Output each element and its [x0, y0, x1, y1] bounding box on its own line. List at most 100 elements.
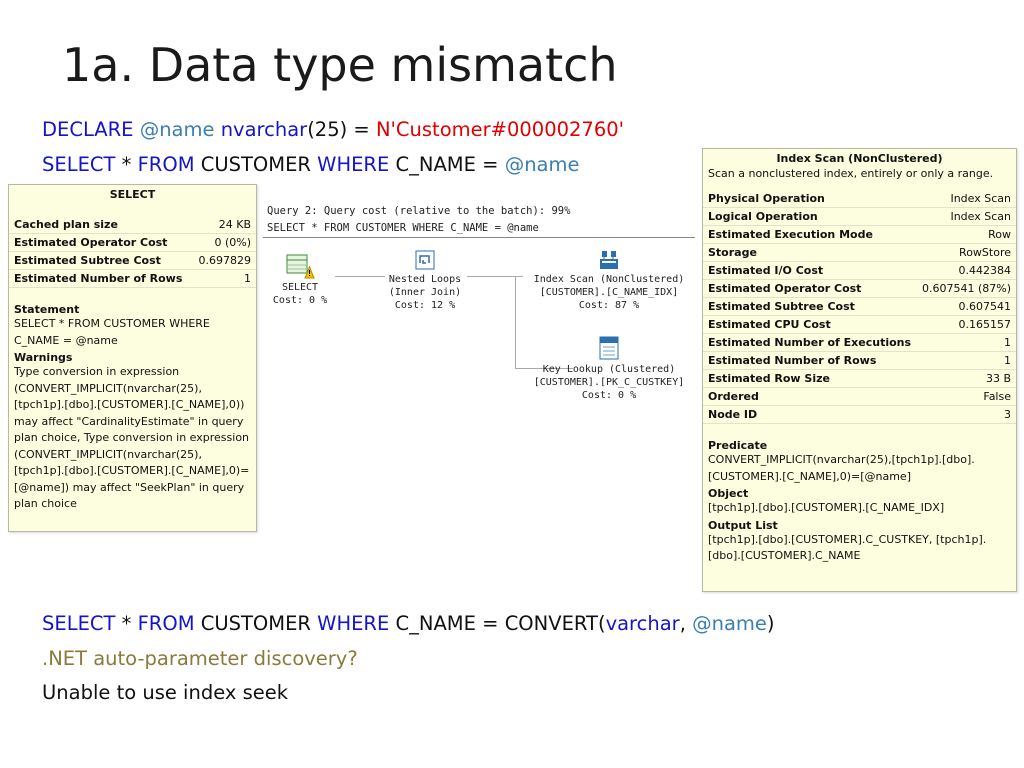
- select-keyword: SELECT: [42, 153, 116, 176]
- property-value: Index Scan: [916, 207, 1016, 226]
- property-name: Logical Operation: [703, 207, 917, 226]
- seek-note: Unable to use index seek: [42, 681, 289, 704]
- output-list-label: Output List: [708, 518, 778, 532]
- connector-line: [515, 276, 516, 368]
- property-name: Estimated Number of Rows: [703, 351, 917, 370]
- predicate-text: CONVERT_IMPLICIT(nvarchar(25),[tpch1p].[…: [703, 452, 1016, 485]
- select-keyword: SELECT: [42, 612, 116, 635]
- select-tooltip: SELECT Cached plan size 24 KB Estimated O…: [8, 184, 257, 532]
- property-name: Estimated Operator Cost: [703, 279, 917, 298]
- nvarchar-type: nvarchar: [220, 118, 308, 141]
- property-value: 0 (0%): [191, 233, 256, 252]
- table-row: Estimated Operator Cost 0 (0%): [9, 233, 256, 252]
- declare-line: DECLARE @name nvarchar(25) = N'Customer#…: [42, 118, 624, 141]
- op-cost: Cost: 0 %: [581, 390, 637, 401]
- property-value: 1: [916, 351, 1016, 370]
- tooltip-header: SELECT: [109, 188, 156, 201]
- table-row: Estimated Execution Mode Row: [703, 225, 1016, 244]
- warning-line: Type conversion in expression: [14, 365, 180, 378]
- net-note: .NET auto-parameter discovery?: [42, 647, 358, 670]
- property-name: Estimated Number of Rows: [9, 269, 192, 288]
- property-value: 1: [191, 269, 256, 288]
- table-row: Estimated I/O Cost 0.442384: [703, 261, 1016, 280]
- object-label: Object: [708, 487, 749, 500]
- op-name: Key Lookup (Clustered): [542, 364, 676, 375]
- index-scan-tooltip: Index Scan (NonClustered) Scan a nonclus…: [702, 148, 1017, 592]
- property-name: Estimated CPU Cost: [703, 315, 917, 334]
- star: *: [121, 153, 132, 176]
- property-name: Estimated Subtree Cost: [9, 251, 192, 270]
- declare-keyword: DECLARE: [42, 118, 134, 141]
- name-variable: @name: [139, 118, 215, 141]
- convert-select-line: SELECT * FROM CUSTOMER WHERE C_NAME = CO…: [42, 612, 775, 635]
- op-cost: Cost: 0 %: [272, 295, 328, 306]
- warning-line: plan choice: [14, 497, 77, 510]
- table-row: Estimated Number of Rows 1: [9, 269, 256, 288]
- star: *: [121, 612, 132, 635]
- plan-op-index-scan[interactable]: Index Scan (NonClustered) [CUSTOMER].[C_…: [525, 249, 693, 312]
- table-row: Estimated Row Size 33 B: [703, 369, 1016, 388]
- comma: ,: [679, 612, 686, 635]
- property-value: 1: [916, 333, 1016, 352]
- table-row: Logical Operation Index Scan: [703, 207, 1016, 226]
- property-name: Ordered: [703, 387, 917, 406]
- table-row: Node ID 3: [703, 405, 1016, 424]
- predicate-label: Predicate: [708, 439, 768, 452]
- property-value: 0.607541 (87%): [916, 279, 1016, 298]
- select-line: SELECT * FROM CUSTOMER WHERE C_NAME = @n…: [42, 153, 580, 176]
- property-value: 0.607541: [916, 297, 1016, 316]
- name-variable: @name: [504, 153, 580, 176]
- property-value: 0.442384: [916, 261, 1016, 280]
- property-name: Estimated I/O Cost: [703, 261, 917, 280]
- table-name: CUSTOMER: [200, 612, 311, 635]
- where-keyword: WHERE: [317, 612, 390, 635]
- execution-plan: Query 2: Query cost (relative to the bat…: [263, 201, 695, 411]
- property-name: Cached plan size: [9, 216, 192, 234]
- object-text: [tpch1p].[dbo].[CUSTOMER].[C_NAME_IDX]: [703, 500, 1016, 517]
- warning-line: [@name]) may affect "SeekPlan" in query: [14, 480, 245, 494]
- tooltip-description: Scan a nonclustered index, entirely or o…: [708, 167, 994, 180]
- from-keyword: FROM: [137, 153, 195, 176]
- op-subtitle: (Inner Join): [388, 287, 462, 298]
- op-cost: Cost: 87 %: [578, 300, 640, 311]
- plan-op-nested-loops[interactable]: Nested Loops (Inner Join) Cost: 12 %: [375, 249, 475, 312]
- output-line: [dbo].[CUSTOMER].C_NAME: [708, 549, 861, 562]
- property-name: Node ID: [703, 405, 917, 424]
- predicate-line: [CUSTOMER].[C_NAME],0)=[@name]: [708, 469, 911, 483]
- statement-line: C_NAME = @name: [14, 333, 118, 347]
- query-text-line: SELECT * FROM CUSTOMER WHERE C_NAME = @n…: [267, 222, 539, 234]
- query-cost-line: Query 2: Query cost (relative to the bat…: [267, 205, 571, 217]
- warning-line: plan choice, Type conversion in expressi…: [14, 431, 250, 444]
- scan-properties-table: Physical Operation Index Scan Logical Ope…: [703, 190, 1016, 424]
- tooltip-header: Index Scan (NonClustered): [776, 152, 943, 165]
- slide-title: 1a. Data type mismatch: [62, 38, 618, 92]
- predicate-line: CONVERT_IMPLICIT(nvarchar(25),[tpch1p].[…: [708, 453, 975, 466]
- plan-header: Query 2: Query cost (relative to the bat…: [263, 201, 695, 238]
- plan-op-select[interactable]: SELECT Cost: 0 %: [265, 253, 335, 307]
- statement-line: SELECT * FROM CUSTOMER WHERE: [14, 317, 210, 330]
- from-keyword: FROM: [137, 612, 195, 635]
- property-name: Estimated Subtree Cost: [703, 297, 917, 316]
- where-keyword: WHERE: [317, 153, 390, 176]
- table-row: Cached plan size 24 KB: [9, 216, 256, 234]
- table-row: Physical Operation Index Scan: [703, 190, 1016, 208]
- plan-op-key-lookup[interactable]: Key Lookup (Clustered) [CUSTOMER].[PK_C_…: [525, 335, 693, 402]
- table-row: Ordered False: [703, 387, 1016, 406]
- statement-label: Statement: [14, 303, 80, 316]
- op-name: Index Scan (NonClustered): [533, 274, 685, 285]
- object-line: [tpch1p].[dbo].[CUSTOMER].[C_NAME_IDX]: [708, 501, 945, 514]
- condition: C_NAME = CONVERT(: [395, 612, 606, 635]
- warning-line: [tpch1p].[dbo].[CUSTOMER].[C_NAME],0)): [14, 398, 245, 411]
- warning-line: may affect "CardinalityEstimate" in quer…: [14, 414, 244, 428]
- condition: C_NAME =: [395, 153, 499, 176]
- property-value: 0.697829: [191, 251, 256, 270]
- table-row: Estimated Number of Executions 1: [703, 333, 1016, 352]
- op-name: SELECT: [281, 282, 319, 293]
- close-paren: ): [766, 612, 775, 635]
- property-name: Physical Operation: [703, 190, 917, 208]
- table-row: Estimated CPU Cost 0.165157: [703, 315, 1016, 334]
- op-subtitle: [CUSTOMER].[PK_C_CUSTKEY]: [533, 377, 685, 388]
- property-value: 33 B: [916, 369, 1016, 388]
- table-row: Estimated Number of Rows 1: [703, 351, 1016, 370]
- table-name: CUSTOMER: [200, 153, 311, 176]
